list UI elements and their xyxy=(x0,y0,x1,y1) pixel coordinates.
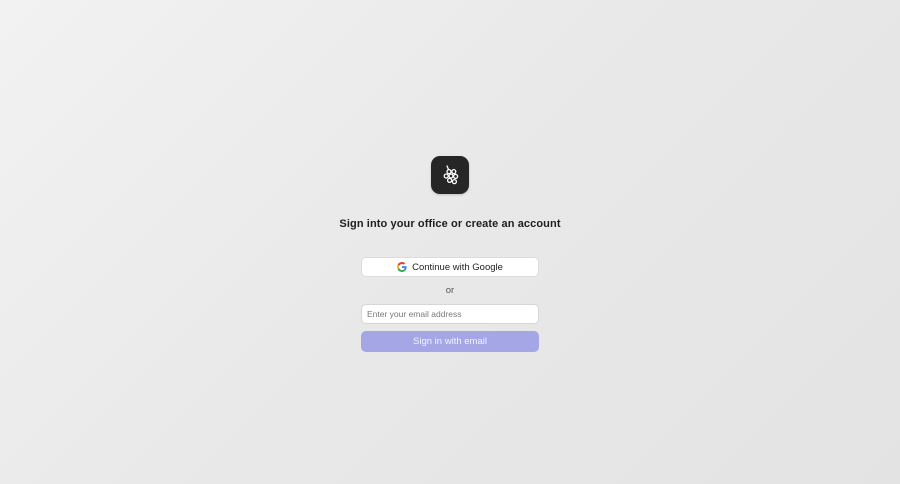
divider-or: or xyxy=(445,285,455,296)
sign-in-with-email-button[interactable]: Sign in with email xyxy=(361,331,539,352)
google-g-icon xyxy=(397,262,407,272)
login-page: Sign into your office or create an accou… xyxy=(0,0,900,484)
google-button-label: Continue with Google xyxy=(412,261,503,273)
page-title: Sign into your office or create an accou… xyxy=(339,218,561,230)
continue-with-google-button[interactable]: Continue with Google xyxy=(361,257,539,277)
app-logo xyxy=(431,156,469,194)
email-input[interactable] xyxy=(361,304,539,324)
grapes-icon xyxy=(443,165,459,185)
